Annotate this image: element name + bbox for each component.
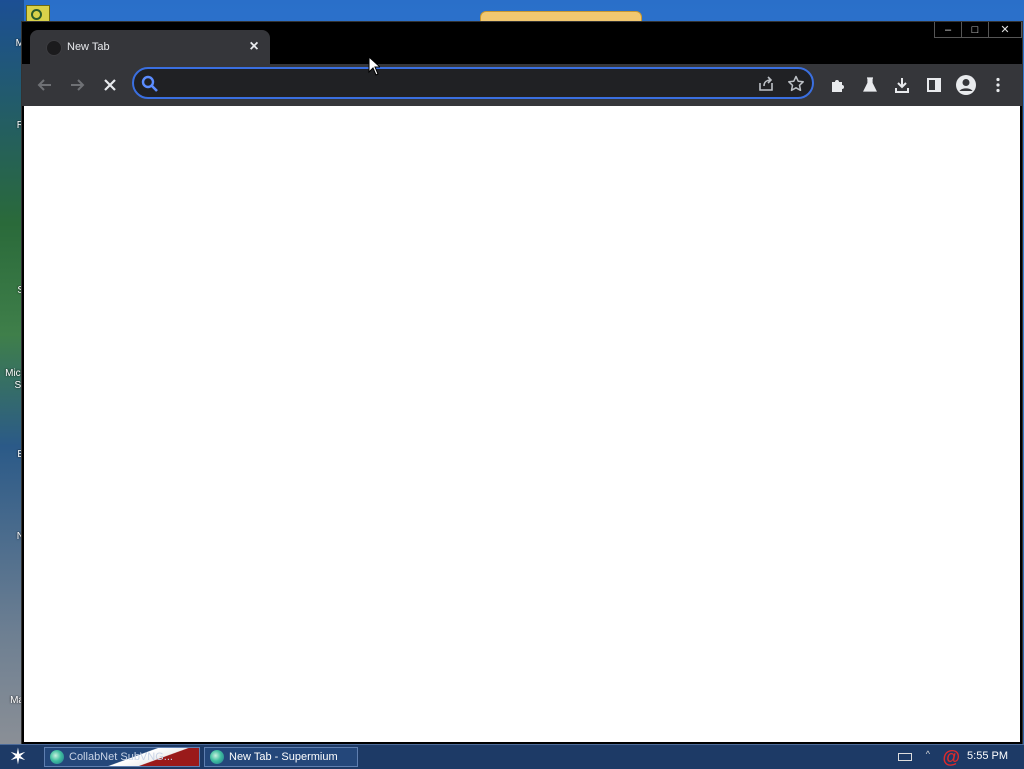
side-panel-button[interactable] [919, 70, 949, 100]
minimize-button[interactable]: – [934, 22, 962, 38]
desktop-icon-label[interactable]: E [0, 449, 24, 461]
tab-loading-icon [46, 40, 62, 56]
maximize-button[interactable]: □ [961, 22, 989, 38]
app-icon [50, 750, 64, 764]
extensions-button[interactable] [823, 70, 853, 100]
back-button[interactable] [30, 70, 60, 100]
keyboard-icon[interactable] [898, 753, 912, 761]
side-panel-icon [927, 78, 941, 92]
tab-title: New Tab [67, 41, 110, 53]
desktop-icon-label[interactable]: N [0, 531, 24, 543]
desktop-icon-label[interactable]: St [0, 380, 24, 392]
arrow-right-icon [71, 79, 85, 91]
address-input[interactable] [168, 73, 752, 95]
desktop-icon-label[interactable]: R [0, 120, 24, 132]
browser-app-icon [210, 750, 224, 764]
downloads-button[interactable] [887, 70, 917, 100]
window-controls: – □ ✕ [934, 22, 1022, 40]
tab-strip: New Tab × – □ ✕ [22, 22, 1022, 64]
desktop-icon-label[interactable]: M [0, 38, 24, 50]
system-tray: ^ @ 5:55 PM [884, 745, 1024, 769]
stop-x-icon [104, 79, 116, 91]
puzzle-icon [832, 80, 844, 92]
desktop-icon-label[interactable]: Micr [0, 368, 24, 380]
arrow-left-icon [37, 79, 51, 91]
tab-close-icon[interactable]: × [244, 37, 264, 57]
address-bar[interactable] [132, 67, 814, 99]
clock[interactable]: 5:55 PM [967, 750, 1008, 762]
labs-button[interactable] [855, 70, 885, 100]
desktop-icon-label[interactable]: Ma [0, 695, 24, 707]
desktop-icon-label[interactable]: S [0, 285, 24, 297]
page-content[interactable] [24, 106, 1020, 742]
forward-button[interactable] [62, 70, 92, 100]
bookmark-star-icon[interactable] [786, 74, 806, 94]
taskbar-item-label: New Tab - Supermium [229, 751, 338, 763]
search-icon [141, 75, 158, 92]
browser-toolbar [22, 64, 1022, 106]
tray-expand-icon[interactable]: ^ [926, 749, 930, 759]
profile-avatar-icon [956, 75, 976, 95]
at-sign-icon[interactable]: @ [942, 746, 960, 768]
taskbar-item-label: CollabNet SubVNG... [69, 751, 173, 763]
kebab-menu-icon [996, 77, 1000, 93]
tab-new-tab[interactable]: New Tab × [30, 30, 270, 64]
download-icon [895, 78, 909, 93]
taskbar-item-new-tab[interactable]: New Tab - Supermium [204, 747, 358, 767]
start-button[interactable]: ✶ [4, 746, 32, 768]
flask-icon [863, 77, 877, 92]
stop-loading-button[interactable] [95, 70, 125, 100]
profile-button[interactable] [951, 70, 981, 100]
taskbar: ✶ CollabNet SubVNG... New Tab - Supermiu… [0, 744, 1024, 769]
close-window-button[interactable]: ✕ [988, 22, 1022, 38]
menu-button[interactable] [983, 70, 1013, 100]
share-icon[interactable] [756, 74, 776, 94]
desktop-background: M R S Micr St E N Ma [0, 0, 24, 744]
browser-window: New Tab × – □ ✕ [22, 22, 1022, 744]
taskbar-item-collabnet[interactable]: CollabNet SubVNG... [44, 747, 200, 767]
mouse-cursor-icon [368, 56, 380, 76]
